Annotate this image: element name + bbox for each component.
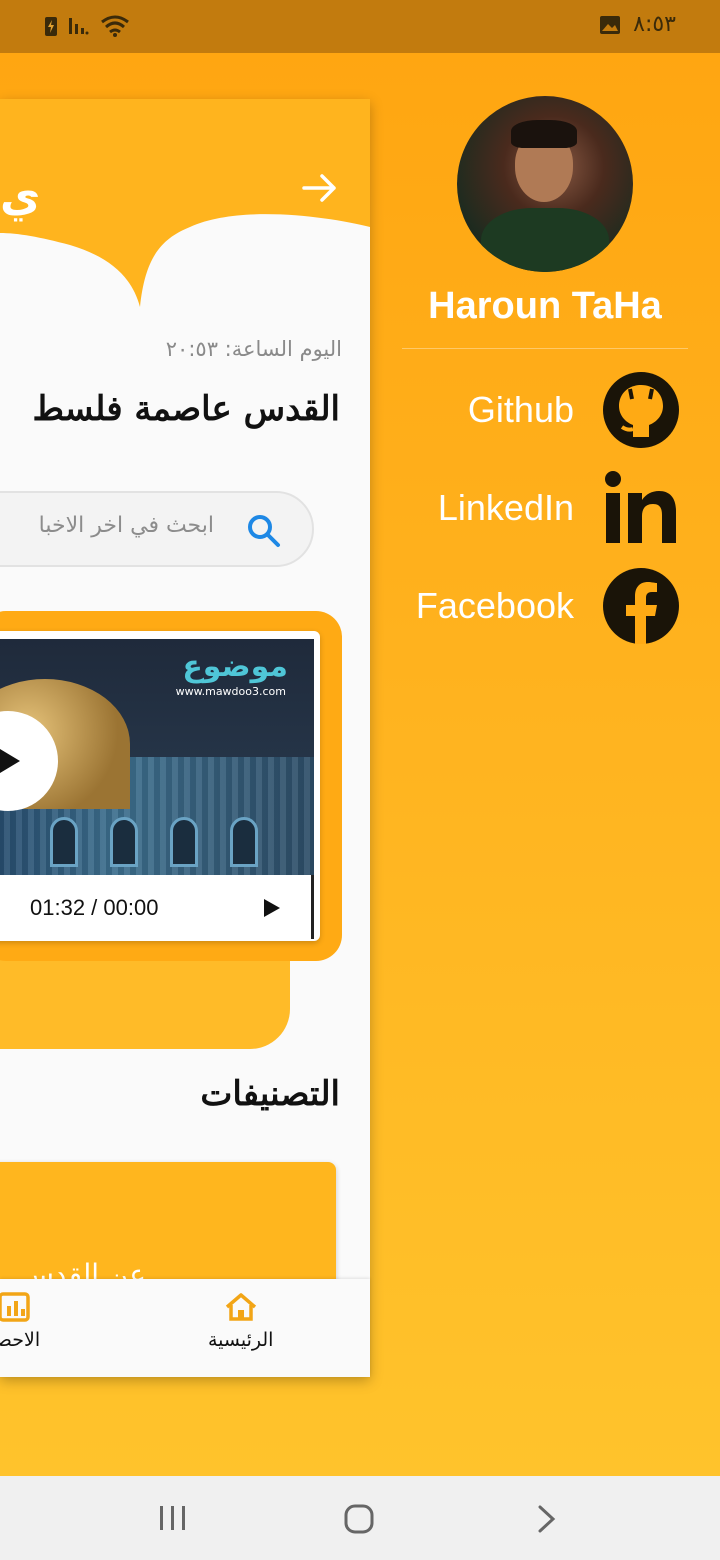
video-player[interactable]: موضوع www.mawdoo3.com 01:32 / 00:00 (0, 631, 320, 941)
github-label: Github (467, 389, 574, 430)
side-drawer: Haroun TaHa Github LinkedIn Facebook (380, 53, 720, 1473)
system-nav-bar (0, 1476, 720, 1560)
nav-home-label: الرئيسية (208, 1329, 274, 1351)
linkedin-icon (602, 469, 680, 547)
status-icons-right: ٨:٥٣ (599, 12, 676, 37)
video-timer: 01:32 / 00:00 (30, 895, 159, 920)
bottom-nav: الرئيسية الاحصا (0, 1279, 370, 1377)
nav-stats-label: الاحصا (0, 1329, 41, 1351)
video-brand-url: www.mawdoo3.com (175, 685, 286, 698)
github-link[interactable]: Github (468, 371, 680, 449)
content-layer: موضوع www.mawdoo3.com 01:32 / 00:00 التص… (0, 99, 370, 1279)
gallery-icon (600, 15, 621, 34)
category-card-label: عن القدس (19, 1258, 146, 1279)
linkedin-label: LinkedIn (437, 487, 574, 528)
status-bar: ٨:٥٣ (0, 0, 720, 53)
facebook-label: Facebook (415, 585, 574, 626)
home-icon (225, 1293, 256, 1321)
status-icons-left (44, 14, 130, 38)
signal-icon (69, 18, 89, 35)
category-card[interactable]: عن القدس (0, 1162, 336, 1279)
play-icon (0, 749, 20, 773)
recents-icon[interactable] (158, 1504, 188, 1532)
home-nav-icon[interactable] (344, 1504, 374, 1534)
stats-icon (0, 1292, 30, 1322)
status-time: ٨:٥٣ (633, 12, 676, 37)
profile-name: Haroun TaHa (428, 285, 662, 327)
facebook-icon (602, 567, 680, 645)
categories-title: التصنيفات (200, 1074, 340, 1114)
github-icon (602, 371, 680, 449)
nav-stats[interactable]: الاحصا (0, 1291, 40, 1351)
back-icon[interactable] (536, 1504, 558, 1534)
video-thumbnail: موضوع www.mawdoo3.com (0, 639, 314, 875)
play-button-icon[interactable] (260, 897, 282, 919)
linkedin-link[interactable]: LinkedIn (438, 469, 680, 547)
divider (402, 348, 688, 349)
video-controls: 01:32 / 00:00 (0, 875, 314, 939)
battery-charging-icon (45, 17, 57, 36)
facebook-link[interactable]: Facebook (416, 567, 680, 645)
avatar (457, 96, 633, 272)
wifi-icon (101, 15, 129, 37)
nav-home[interactable]: الرئيسية (208, 1291, 273, 1351)
video-brand: موضوع (182, 649, 288, 684)
